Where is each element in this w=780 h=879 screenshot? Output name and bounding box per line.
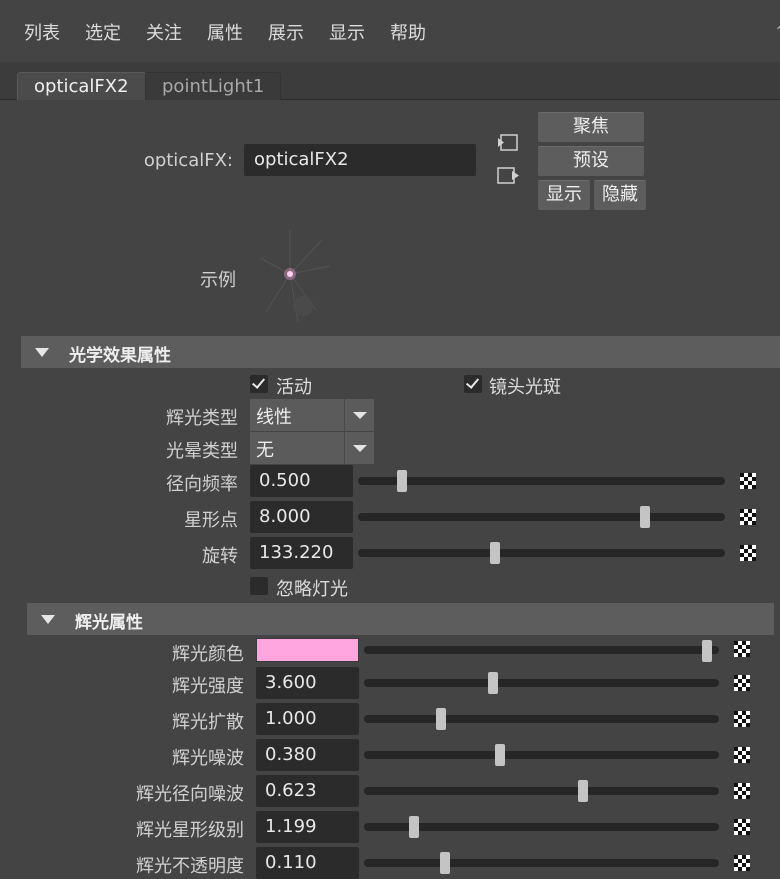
- slider-label: 辉光径向噪波: [136, 784, 244, 805]
- menu-select[interactable]: 选定: [85, 19, 121, 45]
- slider-handle[interactable]: [408, 816, 419, 838]
- glow-color-swatch[interactable]: [256, 638, 359, 662]
- map-texture-icon[interactable]: [734, 819, 750, 835]
- focus-button[interactable]: 聚焦: [538, 112, 644, 142]
- slider-handle[interactable]: [490, 542, 501, 564]
- preset-button[interactable]: 预设: [538, 146, 644, 176]
- section-title: 光学效果属性: [69, 346, 171, 366]
- halo-type-dropdown[interactable]: 无: [250, 432, 374, 464]
- numeric-field[interactable]: 1.199: [256, 811, 359, 843]
- numeric-field[interactable]: 0.380: [256, 739, 359, 771]
- active-label: 活动: [276, 377, 312, 398]
- node-name-field[interactable]: opticalFX2: [244, 144, 476, 176]
- map-texture-icon[interactable]: [734, 747, 750, 763]
- slider-track[interactable]: [364, 751, 719, 759]
- output-connection-icon[interactable]: [495, 165, 521, 187]
- tab-opticalfx2[interactable]: opticalFX2: [17, 72, 146, 100]
- menu-display[interactable]: 显示: [329, 19, 365, 45]
- slider-handle[interactable]: [577, 780, 588, 802]
- menu-show[interactable]: 展示: [268, 19, 304, 45]
- slider-label: 辉光不透明度: [136, 856, 244, 877]
- slider-label: 径向频率: [166, 474, 238, 495]
- slider-track[interactable]: [364, 787, 719, 795]
- numeric-field[interactable]: 133.220: [250, 537, 353, 569]
- menu-overflow-icon[interactable]: ⌃: [774, 24, 780, 40]
- chevron-down-icon[interactable]: [344, 432, 374, 464]
- section-glow-attributes[interactable]: 辉光属性: [27, 603, 774, 635]
- slider-track[interactable]: [358, 513, 725, 521]
- map-texture-icon[interactable]: [740, 473, 756, 489]
- map-texture-icon[interactable]: [734, 783, 750, 799]
- slider-label: 辉光噪波: [172, 748, 244, 769]
- slider-track[interactable]: [358, 477, 725, 485]
- slider-track[interactable]: [364, 859, 719, 867]
- chevron-down-icon[interactable]: [344, 399, 374, 431]
- slider-handle[interactable]: [439, 852, 450, 874]
- numeric-field[interactable]: 1.000: [256, 703, 359, 735]
- slider-handle[interactable]: [495, 744, 506, 766]
- glow-type-value: 线性: [256, 407, 292, 428]
- map-texture-icon[interactable]: [734, 641, 750, 657]
- map-texture-icon[interactable]: [740, 545, 756, 561]
- slider-handle[interactable]: [397, 470, 408, 492]
- slider-label: 辉光强度: [172, 676, 244, 697]
- slider-handle[interactable]: [488, 672, 499, 694]
- input-connection-icon[interactable]: [495, 132, 521, 154]
- lens-flare-label: 镜头光斑: [489, 377, 561, 398]
- numeric-field[interactable]: 0.110: [256, 847, 359, 879]
- slider-track[interactable]: [364, 715, 719, 723]
- section-optical-fx-attributes[interactable]: 光学效果属性: [21, 336, 780, 368]
- map-texture-icon[interactable]: [734, 675, 750, 691]
- slider-label: 旋转: [202, 546, 238, 567]
- slider-label: 辉光扩散: [172, 712, 244, 733]
- numeric-field[interactable]: 0.500: [250, 465, 353, 497]
- halo-type-label: 光晕类型: [166, 441, 238, 462]
- numeric-field[interactable]: 3.600: [256, 667, 359, 699]
- lens-flare-checkbox[interactable]: [464, 375, 482, 393]
- slider-handle[interactable]: [640, 506, 651, 528]
- collapse-triangle-icon[interactable]: [35, 348, 49, 357]
- slider-label: 辉光星形级别: [136, 820, 244, 841]
- map-texture-icon[interactable]: [740, 509, 756, 525]
- menu-attributes[interactable]: 属性: [207, 19, 243, 45]
- ignore-light-label: 忽略灯光: [276, 579, 348, 600]
- slider-track[interactable]: [358, 549, 725, 557]
- sample-label: 示例: [200, 270, 236, 291]
- collapse-triangle-icon[interactable]: [41, 615, 55, 624]
- glow-type-label: 辉光类型: [166, 408, 238, 429]
- map-texture-icon[interactable]: [734, 855, 750, 871]
- show-button[interactable]: 显示: [538, 180, 590, 210]
- glow-color-label: 辉光颜色: [172, 644, 244, 665]
- map-texture-icon[interactable]: [734, 711, 750, 727]
- numeric-field[interactable]: 0.623: [256, 775, 359, 807]
- section-title: 辉光属性: [75, 613, 143, 633]
- halo-type-value: 无: [256, 440, 274, 461]
- menu-help[interactable]: 帮助: [390, 19, 426, 45]
- slider-label: 星形点: [184, 510, 238, 531]
- hide-button[interactable]: 隐藏: [594, 180, 646, 210]
- tab-pointlight1[interactable]: pointLight1: [145, 72, 282, 100]
- glow-color-slider-handle[interactable]: [702, 640, 713, 662]
- menu-bar: 列表 选定 关注 属性 展示 显示 帮助 ⌃: [0, 0, 780, 62]
- slider-handle[interactable]: [436, 708, 447, 730]
- node-type-label: opticalFX:: [143, 150, 233, 171]
- ignore-light-checkbox[interactable]: [250, 577, 268, 595]
- numeric-field[interactable]: 8.000: [250, 501, 353, 533]
- active-checkbox[interactable]: [250, 375, 268, 393]
- menu-focus[interactable]: 关注: [146, 19, 182, 45]
- menu-list[interactable]: 列表: [24, 19, 60, 45]
- sample-preview: [259, 230, 331, 323]
- glow-type-dropdown[interactable]: 线性: [250, 399, 374, 431]
- slider-track[interactable]: [364, 679, 719, 687]
- glow-color-slider-track[interactable]: [364, 646, 719, 654]
